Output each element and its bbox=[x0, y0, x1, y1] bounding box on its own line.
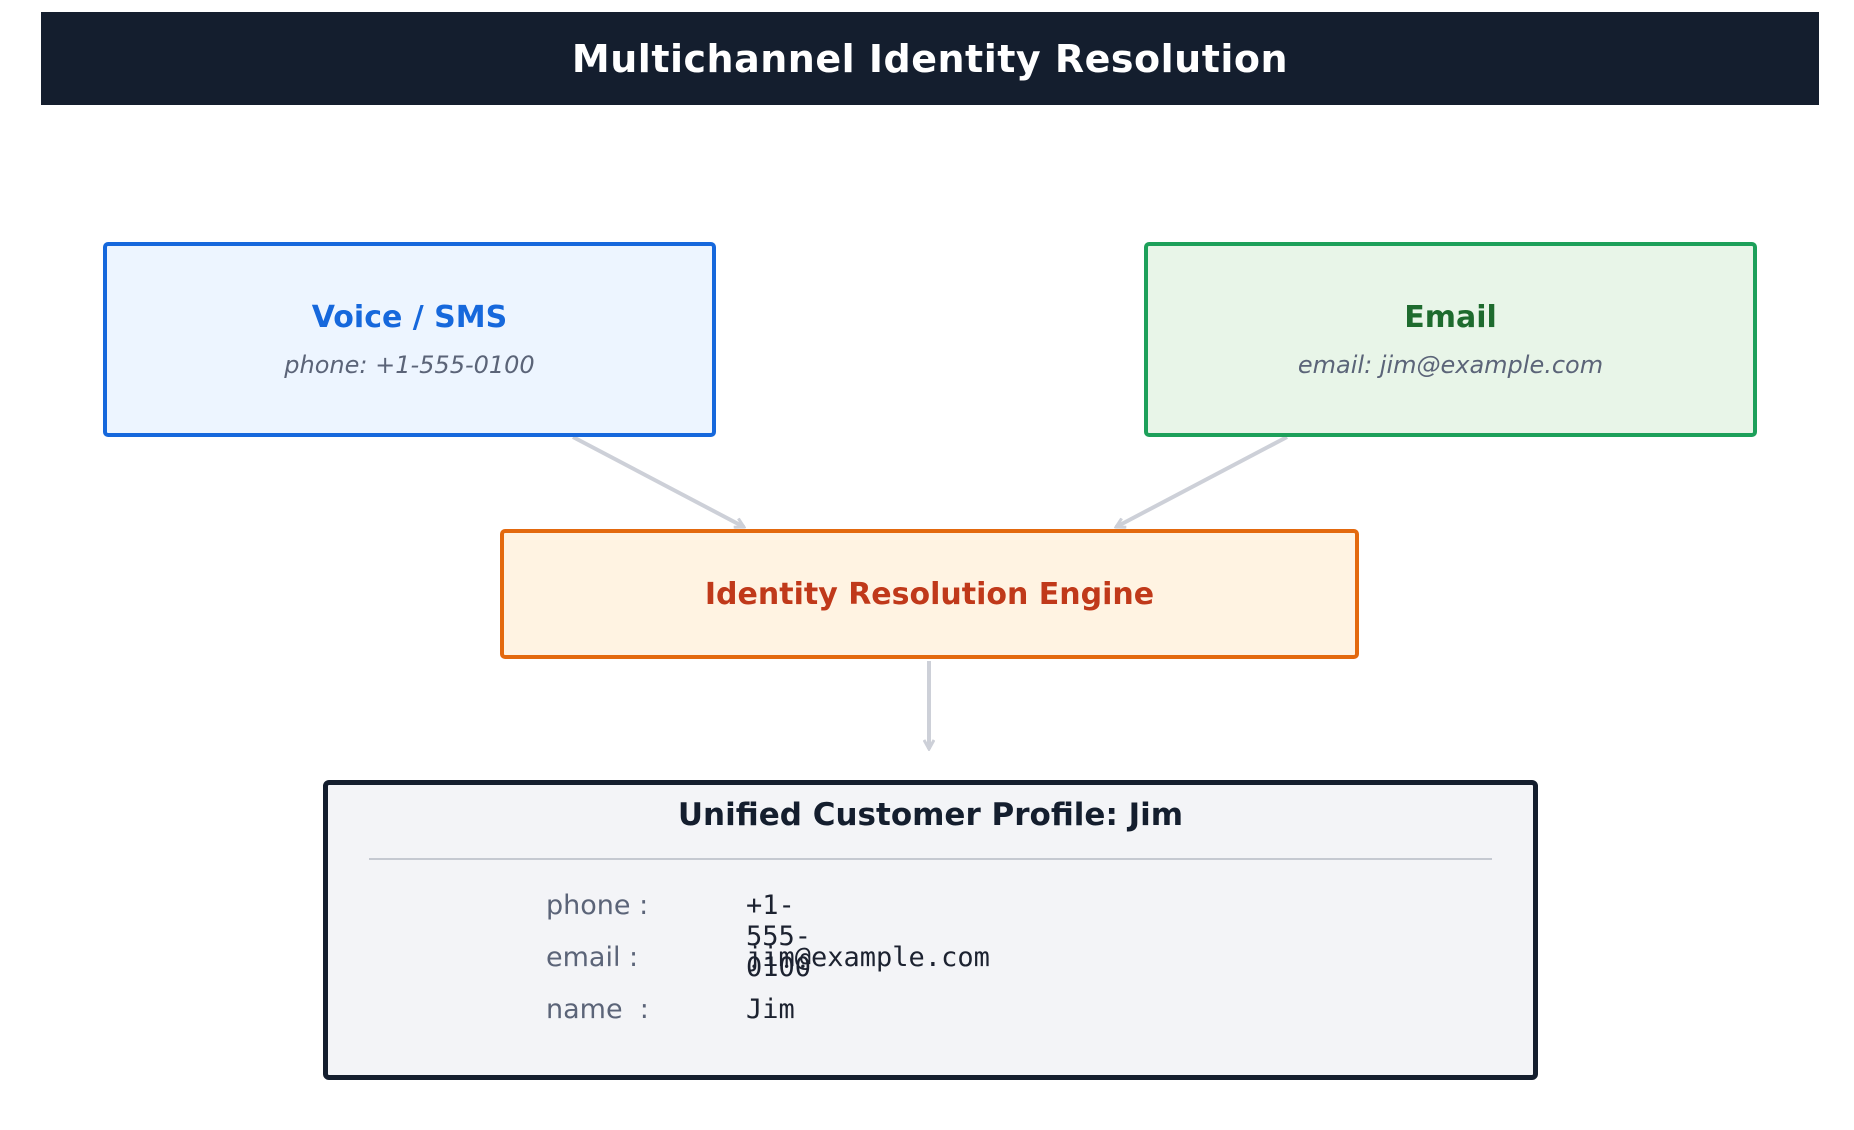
arrow-voice-to-engine bbox=[572, 435, 744, 529]
profile-field-key: email : bbox=[546, 942, 639, 973]
unified-customer-profile-card: Unified Customer Profile: Jim phone : +1… bbox=[323, 780, 1538, 1080]
arrow-email-to-engine bbox=[1116, 435, 1288, 529]
profile-field-value: Jim bbox=[746, 994, 795, 1025]
identity-resolution-engine-node: Identity Resolution Engine bbox=[500, 529, 1359, 659]
profile-title: Unified Customer Profile: Jim bbox=[677, 797, 1184, 833]
voice-sms-subtitle: phone: +1-555-0100 bbox=[284, 351, 535, 379]
email-title: Email bbox=[1404, 300, 1497, 335]
profile-field-key: phone : bbox=[546, 890, 649, 921]
engine-title: Identity Resolution Engine bbox=[704, 576, 1155, 612]
profile-divider bbox=[369, 858, 1492, 860]
voice-sms-title: Voice / SMS bbox=[311, 300, 508, 335]
profile-field-value: jim@example.com bbox=[746, 942, 990, 973]
profile-field-key: name : bbox=[546, 994, 649, 1025]
voice-sms-node: Voice / SMS phone: +1-555-0100 bbox=[103, 242, 716, 437]
email-subtitle: email: jim@example.com bbox=[1297, 351, 1604, 379]
email-node: Email email: jim@example.com bbox=[1144, 242, 1757, 437]
